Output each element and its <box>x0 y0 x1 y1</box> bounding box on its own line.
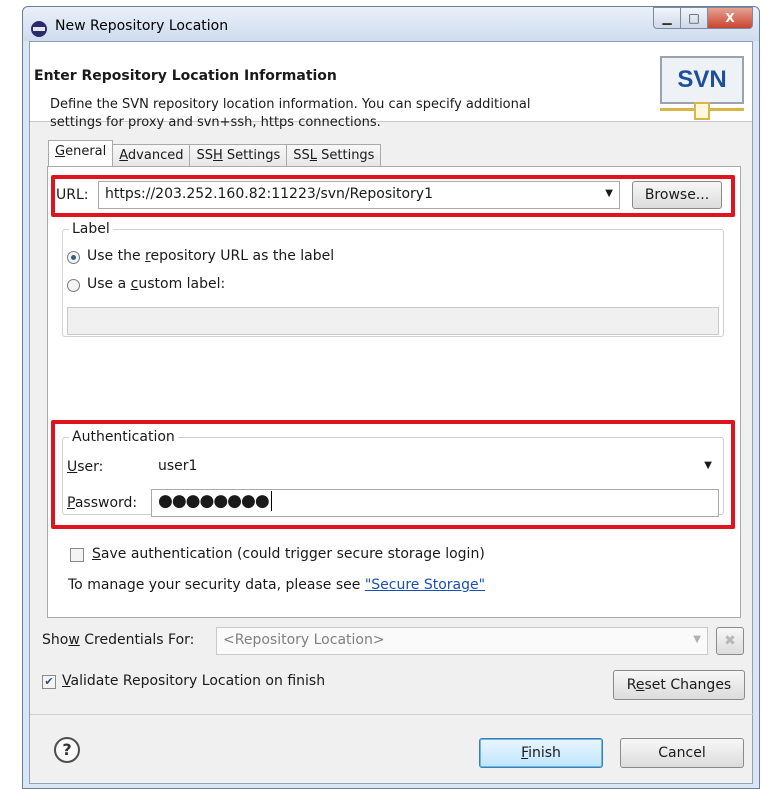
custom-label-post: ustom label: <box>138 276 226 292</box>
custom-label-text: Use a custom label: <box>87 276 225 292</box>
finish-button[interactable]: Finish <box>479 738 603 768</box>
wizard-header: Enter Repository Location Information De… <box>30 42 752 130</box>
background-left-strip <box>0 0 22 789</box>
tab-mnemonic: A <box>119 148 128 163</box>
tab-label-post: Settings <box>222 148 281 163</box>
repo-url-label-text: Use the repository URL as the label <box>87 248 334 264</box>
secure-storage-link[interactable]: "Secure Storage" <box>365 577 485 593</box>
manage-security-prefix: To manage your security data, please see <box>68 577 365 593</box>
title-bar[interactable]: New Repository Location ▁ □ X <box>23 7 759 41</box>
custom-label-pre: Use a <box>87 276 131 292</box>
validate-location-label: Validate Repository Location on finish <box>62 673 325 689</box>
chevron-down-icon[interactable]: ▼ <box>693 634 701 645</box>
window-controls: ▁ □ X <box>653 7 753 29</box>
tab-mnemonic: L <box>309 148 317 163</box>
reset-post: set Changes <box>644 677 732 693</box>
tab-label-pre: SS <box>293 148 310 163</box>
finish-post: inish <box>528 745 561 761</box>
tab-label-post: eneral <box>65 144 107 159</box>
tab-ssl-settings[interactable]: SSL Settings <box>286 144 382 166</box>
tab-label-pre: SS <box>196 148 213 163</box>
tab-mnemonic: G <box>55 144 66 159</box>
close-button[interactable]: X <box>707 7 753 29</box>
window-title: New Repository Location <box>55 18 229 34</box>
footer-divider <box>30 714 754 715</box>
save-authentication-checkbox[interactable] <box>70 548 84 562</box>
show-credentials-mnemonic: w <box>68 632 80 648</box>
page-description: Define the SVN repository location infor… <box>50 97 531 130</box>
page-title: Enter Repository Location Information <box>34 68 337 84</box>
tab-advanced[interactable]: Advanced <box>112 144 191 166</box>
custom-label-radio[interactable] <box>67 279 80 292</box>
help-icon[interactable]: ? <box>54 737 80 763</box>
show-credentials-pre: Sho <box>42 632 69 648</box>
tab-label-post: Settings <box>317 148 375 163</box>
svn-logo: SVN <box>660 56 744 120</box>
repo-url-label-pre: Use the <box>87 248 146 264</box>
show-credentials-combo[interactable]: <Repository Location> ▼ <box>216 627 708 655</box>
dialog-client-area: Enter Repository Location Information De… <box>29 41 754 784</box>
minimize-button[interactable]: ▁ <box>653 7 681 29</box>
general-tab-panel: URL: https://203.252.160.82:11223/svn/Re… <box>47 166 741 618</box>
tab-general[interactable]: General <box>48 140 114 166</box>
eclipse-app-icon <box>31 21 47 37</box>
reset-changes-button[interactable]: Reset Changes <box>613 670 745 700</box>
svn-logo-text: SVN <box>660 56 744 104</box>
manage-security-text: To manage your security data, please see… <box>68 577 485 593</box>
cancel-button[interactable]: Cancel <box>620 738 744 768</box>
validate-location-checkbox[interactable]: ✔ <box>42 675 56 689</box>
label-group-title: Label <box>72 221 110 237</box>
clear-credentials-icon: ✖ <box>724 633 736 649</box>
repo-url-label-radio[interactable] <box>67 251 80 264</box>
dialog-window: New Repository Location ▁ □ X Enter Repo… <box>22 6 760 789</box>
validate-post: alidate Repository Location on finish <box>70 673 326 689</box>
show-credentials-value: <Repository Location> <box>223 632 385 648</box>
authentication-highlight-box <box>51 420 735 529</box>
url-highlight-box <box>51 175 735 217</box>
save-auth-mnemonic: S <box>92 546 101 562</box>
show-credentials-post: Credentials For: <box>79 632 195 648</box>
show-credentials-label: Show Credentials For: <box>42 632 194 648</box>
tab-ssh-settings[interactable]: SSH Settings <box>189 144 288 166</box>
reset-pre: R <box>626 677 636 693</box>
custom-label-field[interactable] <box>67 307 719 335</box>
save-authentication-label: Save authentication (could trigger secur… <box>92 546 485 562</box>
maximize-button[interactable]: □ <box>680 7 708 29</box>
save-auth-post: ave authentication (could trigger secure… <box>100 546 485 562</box>
validate-mnemonic: V <box>62 673 71 689</box>
tab-label-post: dvanced <box>127 148 184 163</box>
tab-bar: General Advanced SSH Settings SSL Settin… <box>48 140 382 166</box>
label-group: Label Use the repository URL as the labe… <box>62 221 724 337</box>
tab-mnemonic: H <box>213 148 223 163</box>
repo-url-label-post: epository URL as the label <box>150 248 335 264</box>
clear-credentials-button[interactable]: ✖ <box>716 627 744 655</box>
svn-logo-node <box>694 102 710 120</box>
